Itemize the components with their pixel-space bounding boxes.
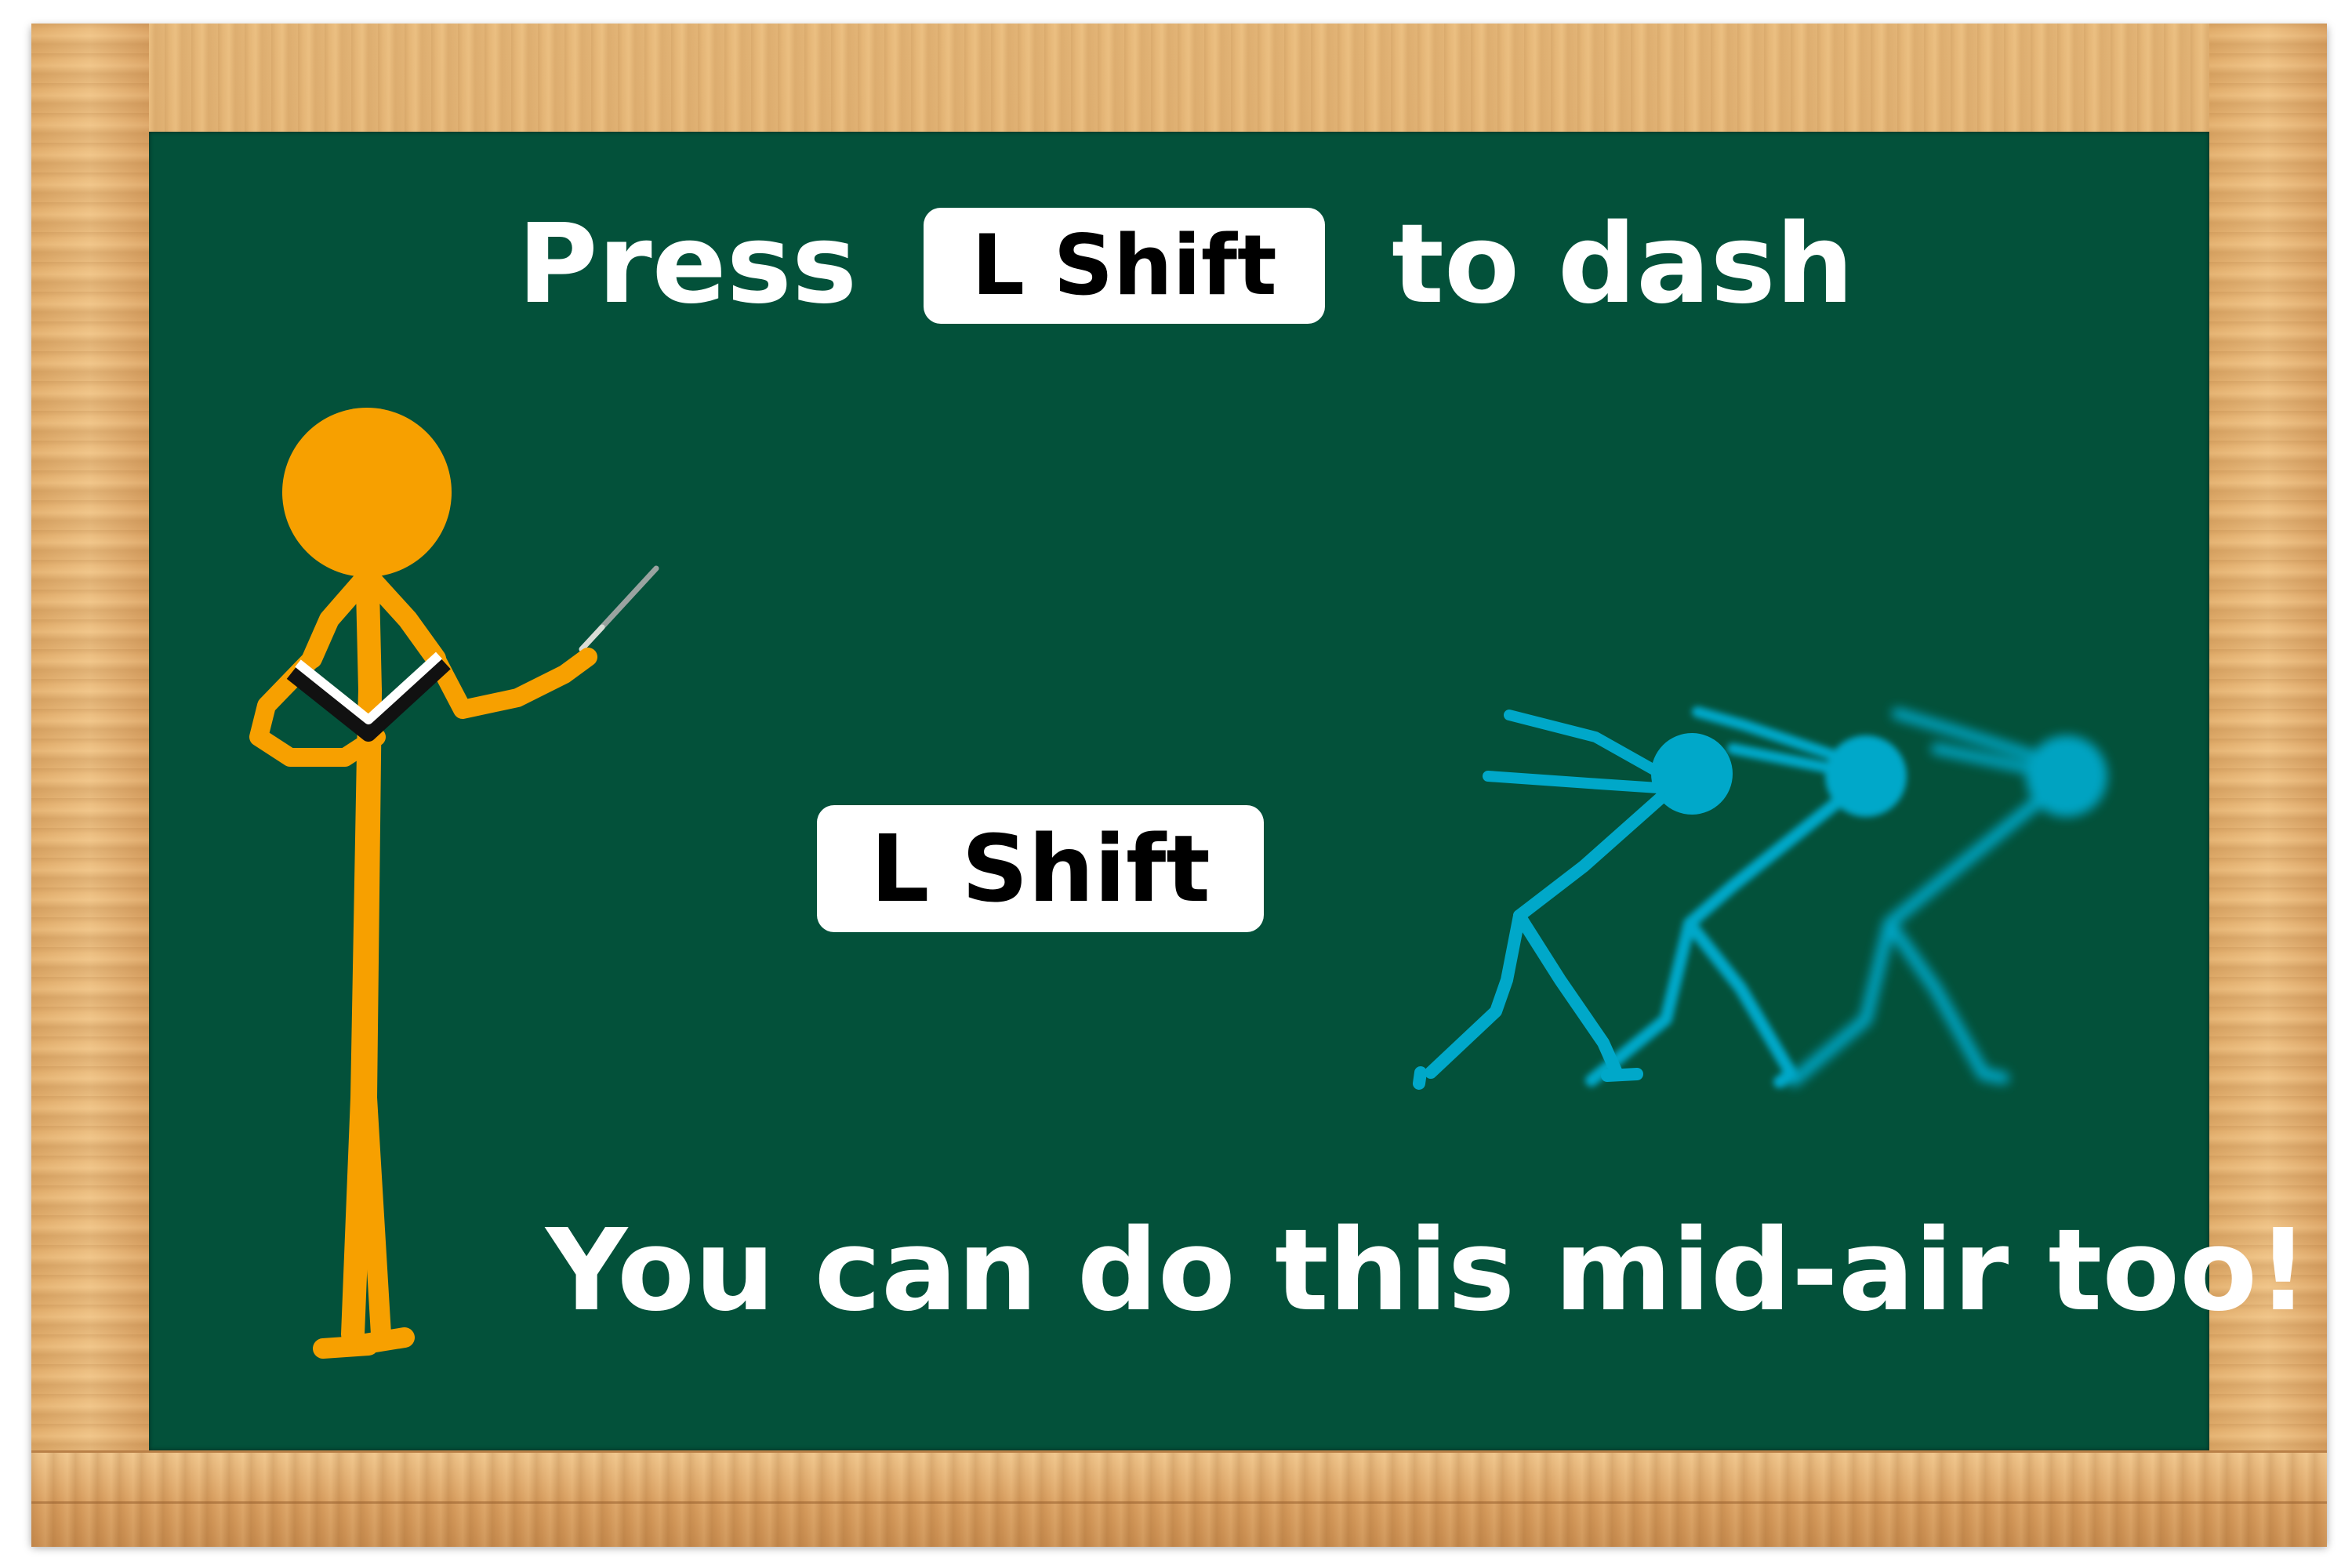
dashing-runner-icon xyxy=(1413,710,1733,1090)
figures-layer xyxy=(249,408,2107,1359)
tutorial-scene: Press L Shift to dash L Shift You can do… xyxy=(0,0,2352,1568)
teacher-stick-figure-icon xyxy=(249,408,659,1359)
